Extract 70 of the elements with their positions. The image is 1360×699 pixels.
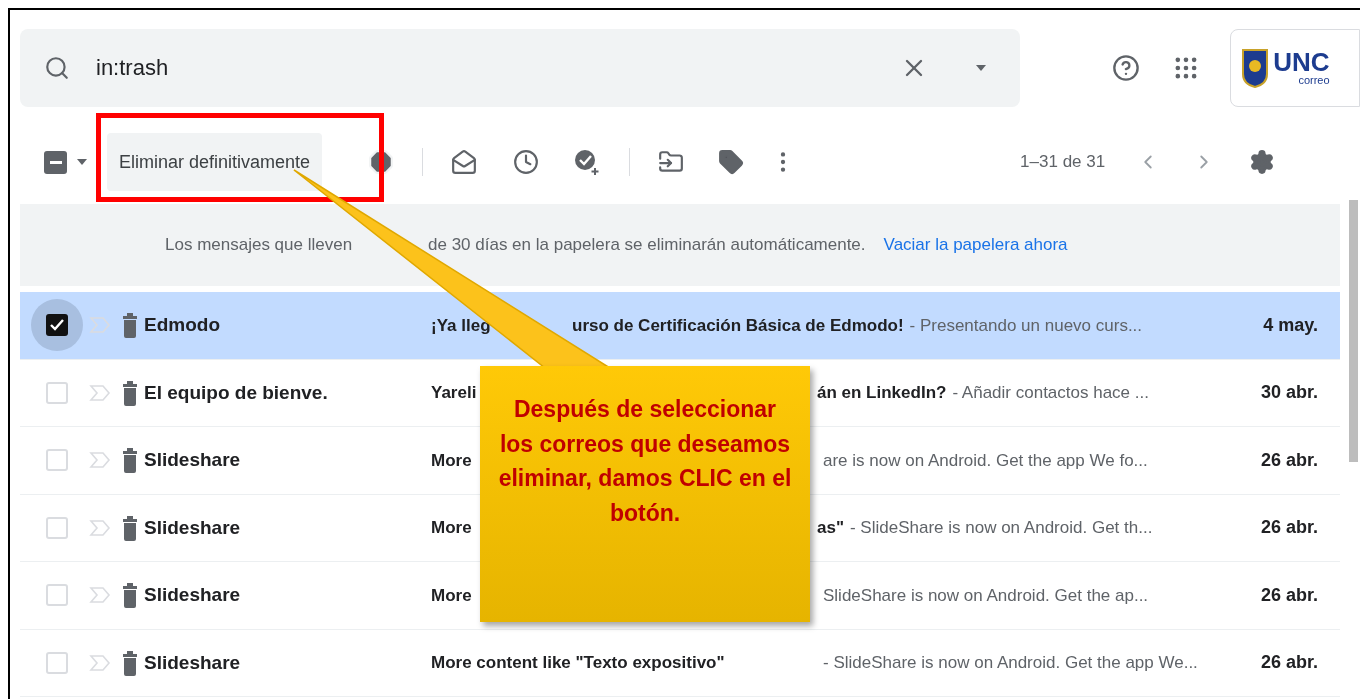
move-to-folder-icon[interactable]	[658, 149, 685, 175]
sender-name: Slideshare	[144, 583, 242, 607]
importance-marker-icon[interactable]	[89, 383, 111, 402]
settings-icon[interactable]	[1249, 149, 1276, 175]
caret-icon[interactable]	[77, 159, 87, 165]
importance-marker-icon[interactable]	[89, 518, 111, 537]
trash-icon	[121, 312, 139, 339]
email-date: 30 abr.	[1259, 381, 1319, 405]
importance-marker-icon[interactable]	[89, 653, 111, 672]
trash-icon	[121, 379, 139, 406]
row-checkbox[interactable]	[46, 651, 68, 674]
importance-marker-icon[interactable]	[89, 451, 111, 470]
scrollbar-thumb[interactable]	[1349, 200, 1358, 462]
sender-name: Slideshare	[144, 515, 242, 540]
importance-marker-icon[interactable]	[89, 316, 111, 335]
trash-icon	[121, 582, 139, 609]
email-date: 26 abr.	[1259, 583, 1319, 607]
logo-subtext: correo	[1298, 75, 1330, 86]
email-subject: as"	[817, 517, 844, 539]
search-icon[interactable]	[44, 54, 70, 81]
search-field[interactable]: in:trash	[20, 28, 1021, 107]
sender-name: Slideshare	[144, 650, 242, 675]
email-snippet: are is now on Android. Get the app We fo...	[823, 449, 1148, 472]
row-checkbox[interactable]	[46, 381, 68, 404]
email-snippet: - SlideShare is now on Android. Get the app We...	[823, 652, 1198, 674]
mail-open-icon[interactable]	[451, 149, 478, 175]
callout-text: Después de seleccionar los correos que deseamos eliminar, damos CLIC en el botón.	[497, 395, 793, 528]
shield-icon	[1241, 47, 1270, 88]
sender-name: Slideshare	[144, 448, 242, 472]
logo-text: UNC	[1273, 49, 1330, 75]
email-subject: urso de Certificación Básica de Edmodo!	[572, 314, 904, 337]
email-snippet: SlideShare is now on Android. Get the ap...	[823, 584, 1149, 607]
email-date: 26 abr.	[1259, 651, 1319, 675]
row-checkbox[interactable]	[46, 516, 68, 539]
email-row[interactable]: Edmodo ¡Ya lleg urso de Certificación Básica de Edmodo! - Presentando un nuevo curs... 4 may.	[20, 292, 1340, 360]
email-subject: More	[431, 585, 472, 605]
sender-name: El equipo de bienve.	[144, 380, 329, 405]
sender-name: Edmodo	[144, 313, 221, 337]
help-icon[interactable]	[1112, 53, 1141, 82]
row-checkbox[interactable]	[46, 314, 68, 337]
trash-icon	[121, 649, 139, 676]
email-subject: ¡Ya lleg	[431, 315, 491, 335]
label-icon[interactable]	[718, 149, 745, 175]
delete-forever-button[interactable]: Eliminar definitivamente	[107, 133, 323, 191]
search-query: in:trash	[96, 54, 169, 82]
account-logo[interactable]: UNC correo	[1230, 28, 1360, 107]
email-snippet: - Añadir contactos hace ...	[952, 382, 1149, 404]
email-snippet: - SlideShare is now on Android. Get th...	[850, 517, 1153, 539]
trash-icon	[121, 514, 139, 541]
email-date: 4 may.	[1262, 313, 1319, 337]
row-checkbox[interactable]	[46, 449, 68, 472]
notice-text: de 30 días en la papelera se eliminarán automáticamente.	[428, 234, 866, 257]
add-task-icon[interactable]	[573, 148, 602, 176]
email-subject: Yareli	[431, 383, 477, 402]
email-snippet: - Presentando un nuevo curs...	[909, 314, 1143, 337]
row-checkbox[interactable]	[46, 584, 68, 607]
importance-marker-icon[interactable]	[89, 586, 111, 605]
notice-text: Los mensajes que lleven	[165, 235, 353, 255]
pager-text: 1–31 de 31	[1020, 151, 1106, 174]
select-all-checkbox[interactable]	[44, 150, 67, 174]
email-date: 26 abr.	[1259, 448, 1319, 472]
email-subject: More	[431, 518, 472, 537]
email-subject: án en LinkedIn?	[817, 382, 947, 404]
email-date: 26 abr.	[1259, 516, 1319, 540]
trash-icon	[121, 447, 139, 474]
clock-icon[interactable]	[513, 149, 540, 175]
empty-trash-link[interactable]: Vaciar la papelera ahora	[883, 232, 1068, 258]
email-subject: More	[431, 450, 472, 470]
email-subject: More content like "Texto expositivo"	[431, 653, 725, 672]
caret-icon[interactable]	[976, 64, 987, 71]
